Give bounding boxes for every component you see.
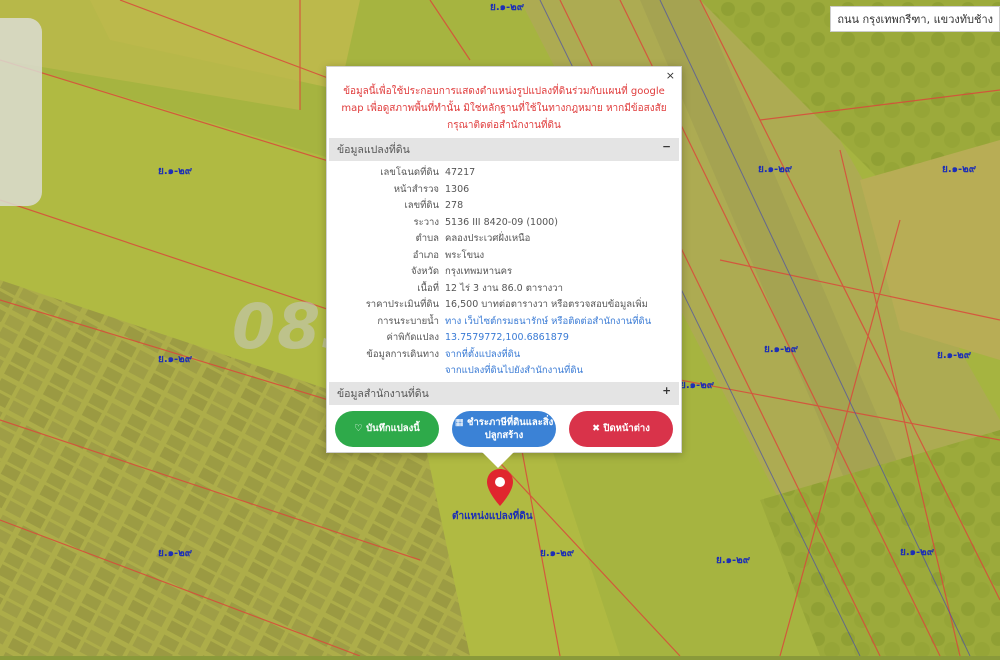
detail-row: เลขที่ดิน 278 [327, 198, 681, 215]
detail-key: ตำบล [415, 233, 439, 244]
detail-value: 47217 [445, 167, 476, 178]
detail-key: ระวาง [413, 216, 439, 228]
zone-label: ย.๑-๒๙ [942, 164, 977, 175]
detail-key: การนระบายน้ำ [377, 315, 439, 327]
detail-row: ราคาประเมินที่ดิน 16,500 บาทต่อตารางวา หร… [327, 297, 681, 314]
detail-row: การนระบายน้ำ ทาง เว็บไซต์กรมธนารักษ์ หรือ… [327, 314, 681, 331]
detail-key: จังหวัด [411, 266, 439, 277]
detail-value: 278 [445, 200, 464, 211]
zone-label: ย.๑-๒๙ [680, 380, 715, 391]
detail-value: กรุงเทพมหานคร [445, 266, 513, 277]
detail-link[interactable]: ทาง เว็บไซต์กรมธนารักษ์ หรือติดต่อสำนักง… [445, 314, 681, 331]
detail-key: ราคาประเมินที่ดิน [365, 299, 439, 310]
coordinate-link[interactable]: 13.7579772,100.6861879 [445, 330, 681, 347]
detail-value: 16,500 บาทต่อตารางวา หรือตรวจสอบข้อมูลเพ… [445, 299, 648, 310]
map-side-panel[interactable] [0, 18, 42, 206]
zone-label: ย.๑-๒๙ [490, 2, 525, 13]
detail-row: จากแปลงที่ดินไปยังสำนักงานที่ดิน [327, 363, 681, 380]
pin-label: ตำแหน่งแปลงที่ดิน [452, 511, 533, 522]
zone-label: ย.๑-๒๙ [540, 548, 575, 559]
save-parcel-button[interactable]: ♡ บันทึกแปลงนี้ [335, 410, 439, 447]
detail-value: พระโขนง [445, 249, 485, 261]
zone-label: ย.๑-๒๙ [900, 547, 935, 558]
expand-icon[interactable]: + [662, 385, 671, 402]
detail-row: จังหวัด กรุงเทพมหานคร [327, 264, 681, 281]
detail-row: ตำบล คลองประเวศฝั่งเหนือ [327, 231, 681, 248]
zone-label: ย.๑-๒๙ [764, 344, 799, 355]
zone-label: ย.๑-๒๙ [716, 555, 751, 566]
detail-row: อำเภอ พระโขนง [327, 248, 681, 265]
parcel-section-header[interactable]: ข้อมูลแปลงที่ดิน − [329, 138, 679, 161]
directions-link[interactable]: จากที่ตั้งแปลงที่ดิน [445, 347, 681, 364]
office-section-header[interactable]: ข้อมูลสำนักงานที่ดิน + [329, 381, 679, 405]
zone-label: ย.๑-๒๙ [158, 354, 193, 365]
detail-key: เลขที่ดิน [404, 200, 440, 211]
detail-row: ข้อมูลการเดินทาง จากที่ตั้งแปลงที่ดิน [327, 347, 681, 364]
detail-key: เนื้อที่ [417, 282, 439, 294]
detail-row: ระวาง 5136 III 8420-09 (1000) [327, 215, 681, 232]
detail-key: ค่าพิกัดแปลง [386, 332, 440, 343]
address-label: ถนน กรุงเทพกรีฑา, แขวงทับช้าง [830, 6, 1000, 32]
popup-actions: ♡ บันทึกแปลงนี้ ▦ ชำระภาษีที่ดินและสิ่งป… [327, 405, 681, 447]
close-window-button[interactable]: ✖ ปิดหน้าต่าง [569, 410, 673, 447]
detail-value: 1306 [445, 183, 470, 195]
office-directions-link[interactable]: จากแปลงที่ดินไปยังสำนักงานที่ดิน [445, 363, 681, 380]
detail-key: อำเภอ [412, 249, 439, 261]
disclaimer-notice: ข้อมูลนี้เพื่อใช้ประกอบการแสดงตำแหน่งรูป… [341, 86, 667, 131]
detail-value: 12 ไร่ 3 งาน 86.0 ตารางวา [445, 282, 563, 294]
collapse-icon[interactable]: − [662, 141, 671, 158]
zone-label: ย.๑-๒๙ [158, 548, 193, 559]
detail-key: หน้าสำรวจ [393, 183, 439, 195]
zone-label: ย.๑-๒๙ [158, 166, 193, 177]
office-section-title: ข้อมูลสำนักงานที่ดิน [337, 387, 429, 400]
detail-value: คลองประเวศฝั่งเหนือ [445, 233, 531, 244]
parcel-section-title: ข้อมูลแปลงที่ดิน [337, 144, 410, 156]
detail-key: ข้อมูลการเดินทาง [366, 348, 439, 360]
detail-row: หน้าสำรวจ 1306 [327, 182, 681, 199]
detail-row: เลขโฉนดที่ดิน 47217 [327, 165, 681, 182]
location-pin-icon[interactable] [486, 468, 514, 508]
parcel-details: เลขโฉนดที่ดิน 47217 หน้าสำรวจ 1306 เลขที่ด… [327, 161, 681, 382]
detail-key: เลขโฉนดที่ดิน [380, 167, 439, 178]
detail-row: เนื้อที่ 12 ไร่ 3 งาน 86.0 ตารางวา [327, 281, 681, 298]
zone-label: ย.๑-๒๙ [937, 350, 972, 361]
close-icon[interactable]: × [666, 69, 675, 82]
pay-tax-button[interactable]: ▦ ชำระภาษีที่ดินและสิ่งปลูกสร้าง [452, 410, 556, 447]
zone-label: ย.๑-๒๙ [758, 164, 793, 175]
detail-key [327, 363, 445, 380]
parcel-info-popup: × ข้อมูลนี้เพื่อใช้ประกอบการแสดงตำแหน่งร… [326, 66, 682, 468]
detail-row: ค่าพิกัดแปลง 13.7579772,100.6861879 [327, 330, 681, 347]
map-canvas[interactable]: ย.๑-๒๙ ย.๑-๒๙ ย.๑-๒๙ ย.๑-๒๙ ย.๑-๒๙ ย.๑-๒… [0, 0, 1000, 657]
detail-value: 5136 III 8420-09 (1000) [445, 216, 558, 228]
